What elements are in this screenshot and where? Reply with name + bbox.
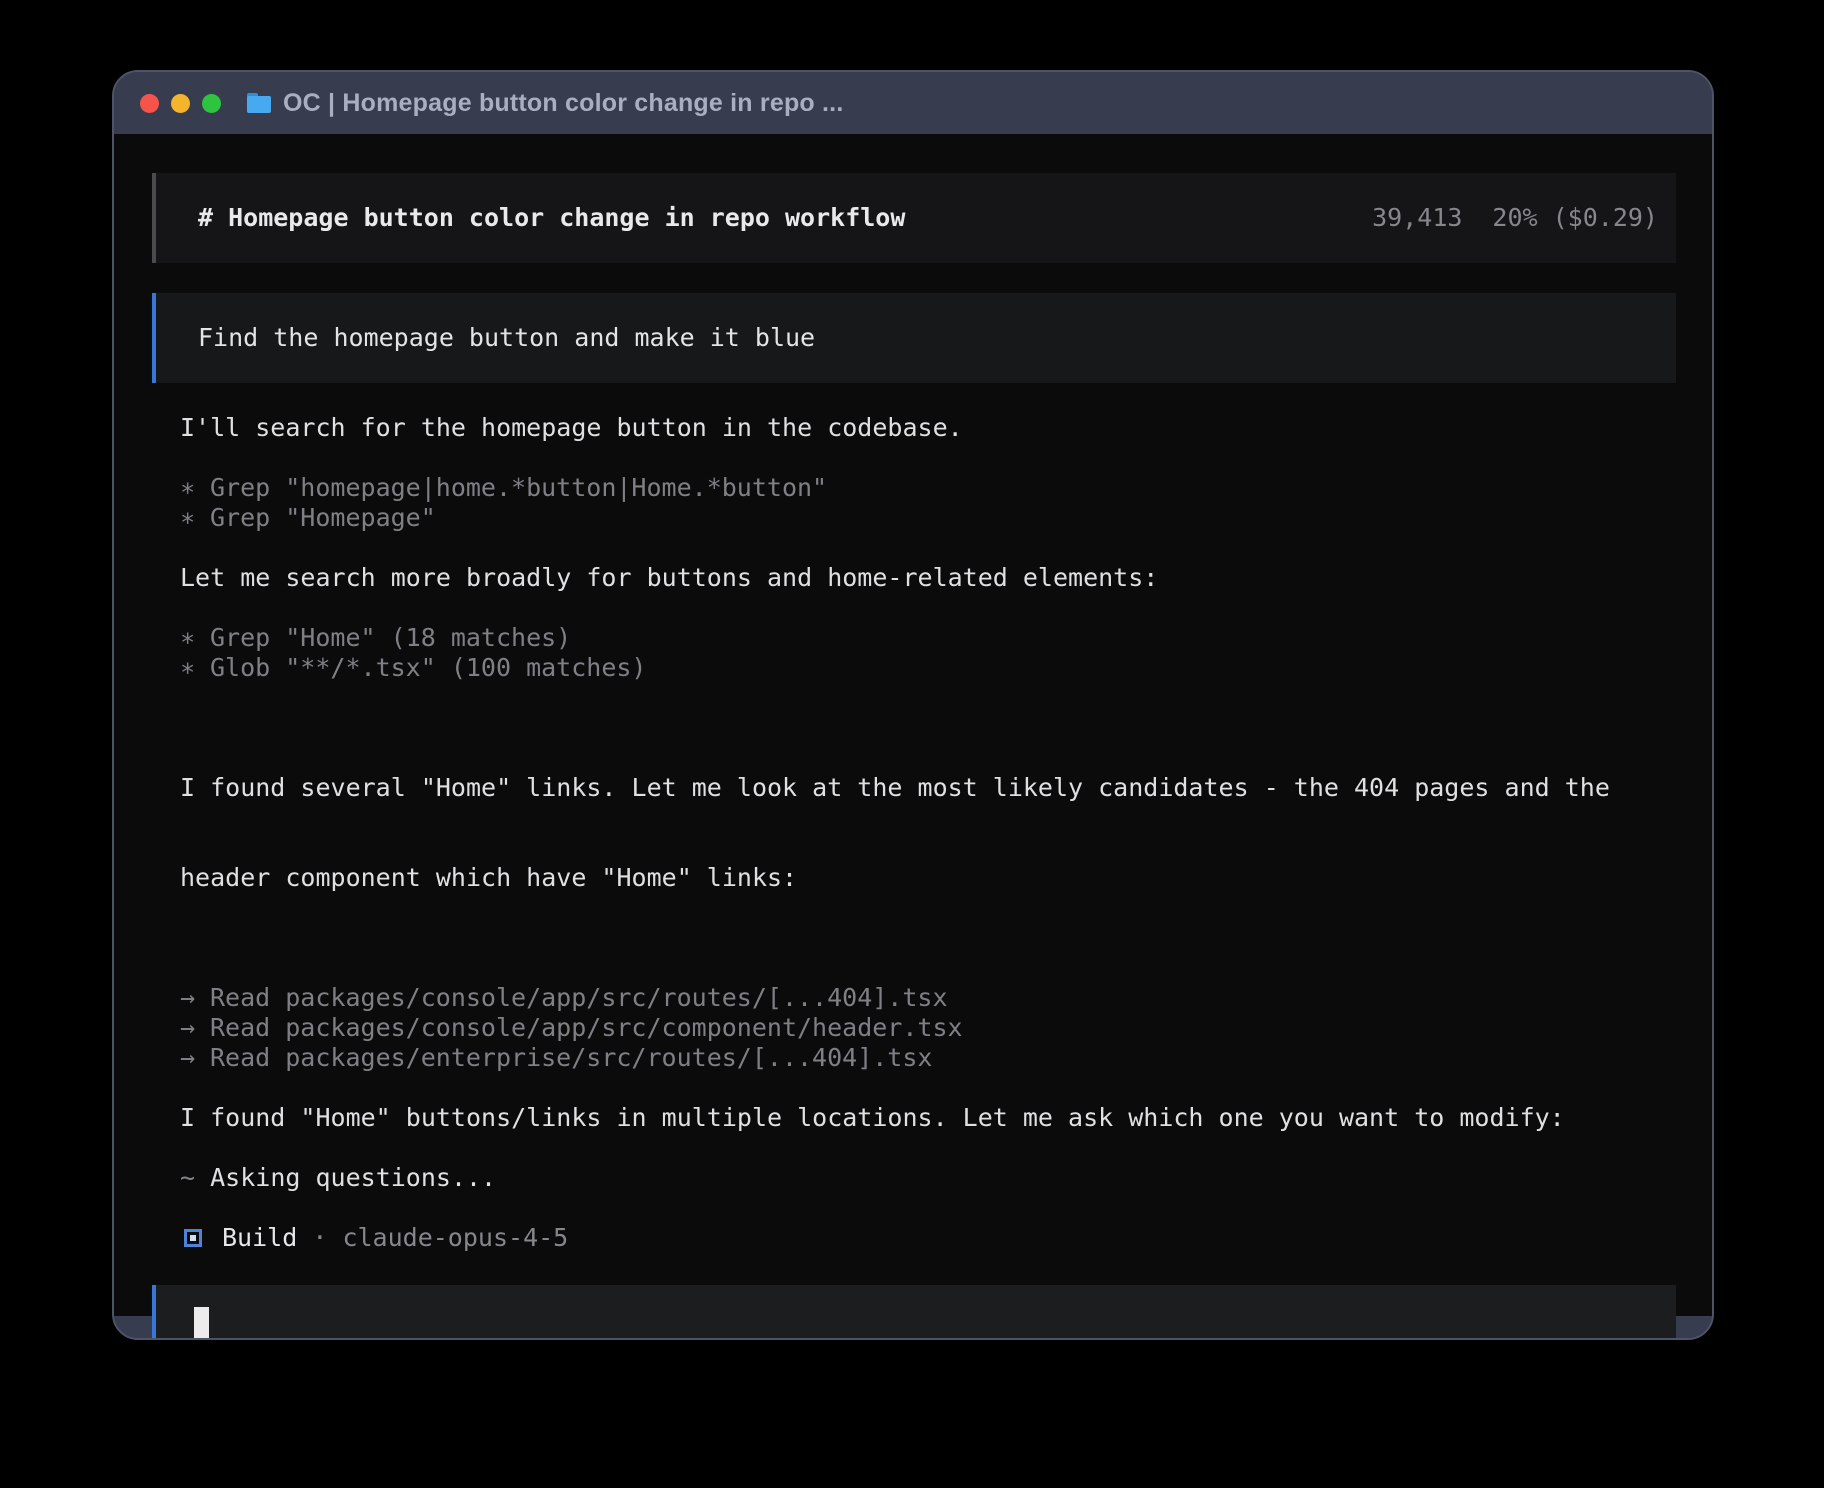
tool-call-read: → Read packages/console/app/src/componen… bbox=[180, 1013, 1676, 1043]
assistant-text-line: I found several "Home" links. Let me loo… bbox=[180, 773, 1676, 803]
terminal-content: # Homepage button color change in repo w… bbox=[114, 134, 1712, 1316]
assistant-text-line: header component which have "Home" links… bbox=[180, 863, 1676, 893]
working-status-text: Asking questions... bbox=[210, 1163, 496, 1192]
assistant-text: I found "Home" buttons/links in multiple… bbox=[180, 1103, 1676, 1133]
assistant-text: Let me search more broadly for buttons a… bbox=[180, 563, 1676, 593]
terminal-window: OC | Homepage button color change in rep… bbox=[112, 70, 1714, 1340]
tool-call-text: Glob "**/*.tsx" (100 matches) bbox=[210, 653, 647, 683]
session-header: # Homepage button color change in repo w… bbox=[152, 173, 1676, 263]
working-status: ~ Asking questions... bbox=[180, 1163, 1676, 1193]
tool-call-glob: ∗ Glob "**/*.tsx" (100 matches) bbox=[180, 653, 1676, 683]
text-cursor bbox=[194, 1307, 209, 1340]
separator-dot: · bbox=[312, 1223, 327, 1253]
tool-call-grep: ∗ Grep "homepage|home.*button|Home.*butt… bbox=[180, 473, 1676, 503]
zoom-button[interactable] bbox=[202, 94, 221, 113]
agent-line: Build · claude-opus-4-5 bbox=[180, 1223, 1676, 1253]
tool-call-text: Read packages/enterprise/src/routes/[...… bbox=[210, 1043, 932, 1073]
tool-call-text: Read packages/console/app/src/component/… bbox=[210, 1013, 963, 1043]
asterisk-icon: ∗ bbox=[180, 653, 210, 683]
session-title: # Homepage button color change in repo w… bbox=[198, 203, 905, 233]
tool-call-text: Grep "Homepage" bbox=[210, 503, 436, 533]
prompt-input[interactable]: Build Claude Opus 4.5 OpenCode Zen bbox=[152, 1285, 1676, 1340]
agent-square-icon bbox=[184, 1229, 202, 1247]
tool-call-read: → Read packages/enterprise/src/routes/[.… bbox=[180, 1043, 1676, 1073]
tool-call-grep: ∗ Grep "Homepage" bbox=[180, 503, 1676, 533]
arrow-right-icon: → bbox=[180, 1013, 210, 1043]
session-stats: 39,413 20% ($0.29) bbox=[1372, 203, 1658, 233]
desktop: OC | Homepage button color change in rep… bbox=[0, 0, 1824, 1488]
arrow-right-icon: → bbox=[180, 983, 210, 1013]
tool-call-group: ∗ Grep "homepage|home.*button|Home.*butt… bbox=[180, 473, 1676, 533]
tool-call-text: Read packages/console/app/src/routes/[..… bbox=[210, 983, 948, 1013]
agent-model: claude-opus-4-5 bbox=[342, 1223, 568, 1253]
close-button[interactable] bbox=[140, 94, 159, 113]
titlebar[interactable]: OC | Homepage button color change in rep… bbox=[114, 72, 1712, 134]
tool-call-group: ∗ Grep "Home" (18 matches) ∗ Glob "**/*.… bbox=[180, 623, 1676, 683]
tool-call-grep: ∗ Grep "Home" (18 matches) bbox=[180, 623, 1676, 653]
tool-call-group: → Read packages/console/app/src/routes/[… bbox=[180, 983, 1676, 1073]
tool-call-text: Grep "Home" (18 matches) bbox=[210, 623, 571, 653]
minimize-button[interactable] bbox=[171, 94, 190, 113]
assistant-text: I'll search for the homepage button in t… bbox=[180, 413, 1676, 443]
tool-call-text: Grep "homepage|home.*button|Home.*button… bbox=[210, 473, 827, 503]
window-title: OC | Homepage button color change in rep… bbox=[283, 89, 843, 118]
traffic-lights bbox=[140, 94, 221, 113]
tool-call-read: → Read packages/console/app/src/routes/[… bbox=[180, 983, 1676, 1013]
arrow-right-icon: → bbox=[180, 1043, 210, 1073]
tilde-icon: ~ bbox=[180, 1163, 195, 1192]
token-count: 39,413 bbox=[1372, 203, 1462, 233]
context-usage: 20% ($0.29) bbox=[1492, 203, 1658, 233]
separator-dot bbox=[327, 1223, 342, 1253]
asterisk-icon: ∗ bbox=[180, 473, 210, 503]
user-message-text: Find the homepage button and make it blu… bbox=[198, 323, 1634, 353]
assistant-text: I found several "Home" links. Let me loo… bbox=[180, 713, 1676, 953]
folder-icon bbox=[247, 93, 271, 113]
agent-name: Build bbox=[222, 1223, 297, 1253]
asterisk-icon: ∗ bbox=[180, 623, 210, 653]
separator-dot bbox=[297, 1223, 312, 1253]
user-message: Find the homepage button and make it blu… bbox=[152, 293, 1676, 383]
asterisk-icon: ∗ bbox=[180, 503, 210, 533]
